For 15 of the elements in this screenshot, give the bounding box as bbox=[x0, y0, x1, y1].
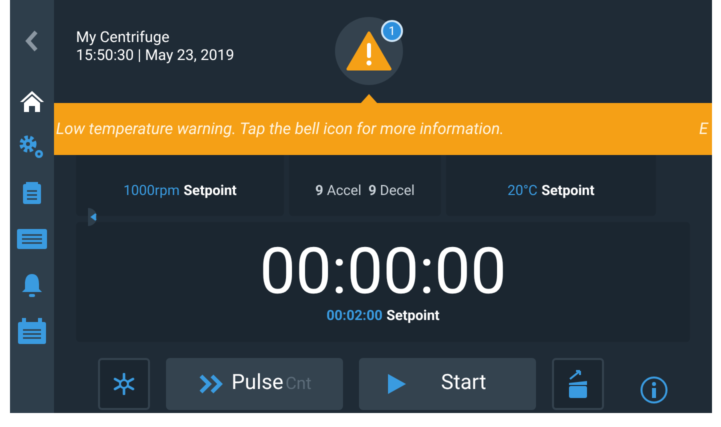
setpoint-label: Setpoint bbox=[386, 306, 440, 326]
device-name: My Centrifuge bbox=[76, 28, 170, 46]
warning-message: Low temperature warning. Tap the bell icon for more information. bbox=[56, 118, 504, 140]
setpoint-value: 1000rpm bbox=[123, 182, 180, 201]
next-warning-text: E bbox=[699, 118, 708, 140]
setpoint-label: Setpoint bbox=[184, 182, 237, 201]
setpoint-value: 20°C bbox=[507, 182, 538, 201]
setpoint-value: 00:02:00 bbox=[326, 306, 383, 326]
start-button[interactable]: Start bbox=[359, 358, 536, 410]
setpoint-label: Setpoint bbox=[542, 182, 595, 201]
pulse-label: Pulse bbox=[232, 370, 284, 398]
timer-display: 00:00:00 bbox=[260, 238, 506, 306]
date-time: 15:50:30 | May 23, 2019 bbox=[76, 46, 234, 64]
accel-decel-text: 9 Accel 9 Decel bbox=[315, 182, 415, 201]
notification-badge: 1 bbox=[381, 20, 403, 42]
